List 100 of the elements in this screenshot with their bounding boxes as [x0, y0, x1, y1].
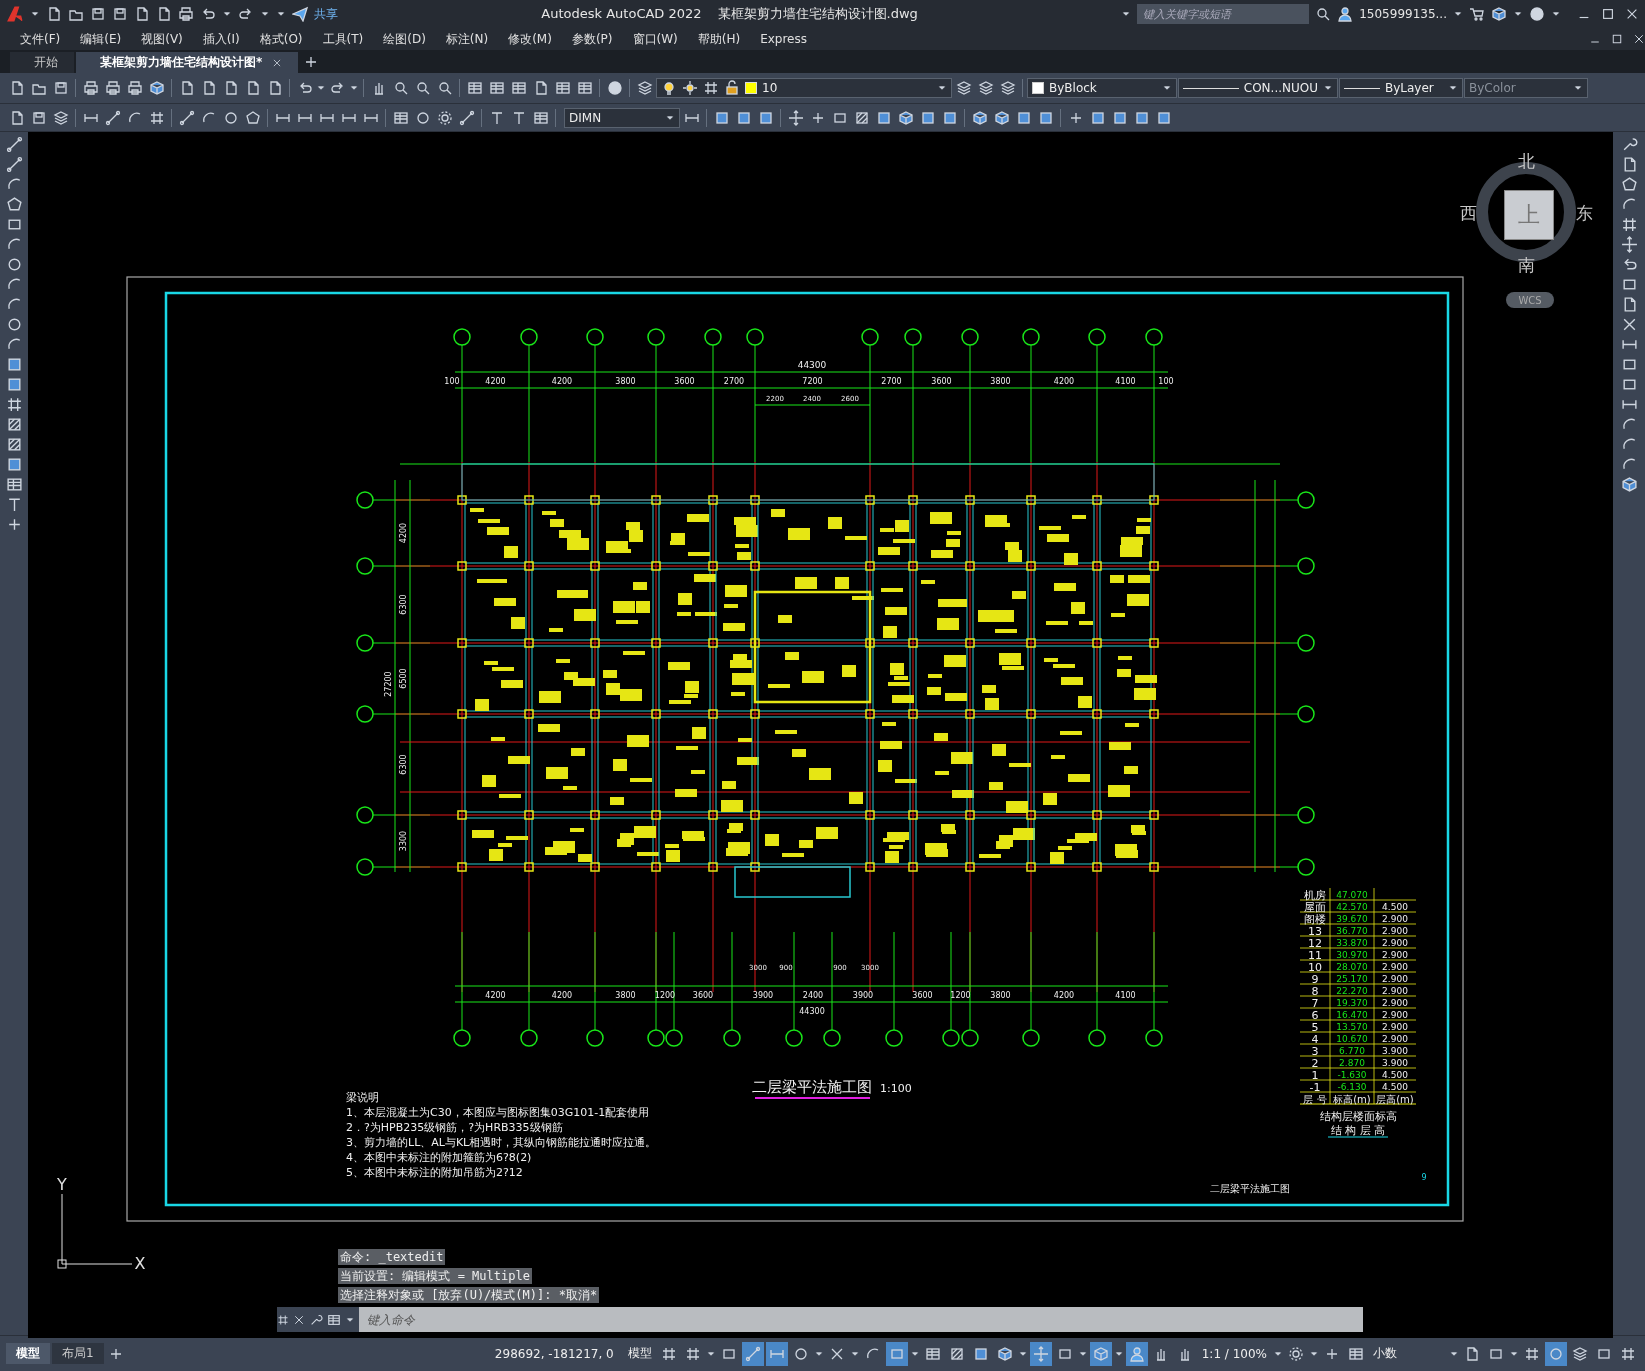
caret-icon[interactable]: [316, 83, 326, 93]
grid-icon[interactable]: [1524, 1345, 1540, 1362]
caret-icon[interactable]: [1162, 83, 1172, 93]
table-icon[interactable]: [510, 80, 527, 96]
menu-item[interactable]: 文件(F): [10, 30, 71, 48]
document-icon[interactable]: [134, 6, 150, 22]
print-icon[interactable]: [82, 80, 99, 96]
caret-icon[interactable]: [1121, 9, 1132, 19]
user-name[interactable]: 1505999135...: [1359, 7, 1447, 21]
line-icon[interactable]: [178, 109, 195, 126]
block-icon[interactable]: [875, 109, 892, 126]
table-icon[interactable]: [488, 80, 505, 96]
table-icon[interactable]: [924, 1345, 941, 1362]
grid-icon[interactable]: [1620, 1345, 1636, 1362]
user-icon[interactable]: [1337, 6, 1354, 22]
cube-icon[interactable]: [1620, 476, 1638, 493]
table-icon[interactable]: [5, 476, 23, 493]
table-icon[interactable]: [576, 80, 593, 96]
hatch-icon[interactable]: [5, 436, 23, 453]
menu-item[interactable]: 插入(I): [192, 30, 250, 48]
caret-icon[interactable]: [1513, 9, 1523, 19]
save-icon[interactable]: [52, 80, 69, 96]
annotation-scale[interactable]: 1:1 / 100%: [1197, 1345, 1271, 1362]
circle-icon[interactable]: [222, 109, 239, 126]
caret-icon[interactable]: [1453, 9, 1463, 19]
line-icon[interactable]: [104, 109, 121, 126]
table-icon[interactable]: [1348, 1345, 1364, 1362]
polygon-icon[interactable]: [1620, 176, 1638, 193]
block-icon[interactable]: [1155, 109, 1172, 126]
menu-item[interactable]: 编辑(E): [70, 30, 132, 48]
logo-icon[interactable]: [6, 5, 24, 23]
circle-icon[interactable]: [5, 256, 23, 273]
circle-icon[interactable]: [414, 109, 431, 126]
search-field[interactable]: 键入关键字或短语: [1137, 4, 1310, 24]
menu-item[interactable]: 参数(P): [561, 30, 623, 48]
layers-icon[interactable]: [52, 109, 69, 126]
layers-icon[interactable]: [1572, 1345, 1588, 1362]
sun-icon[interactable]: [682, 80, 698, 96]
menu-item[interactable]: 窗口(W): [622, 30, 688, 48]
command-input[interactable]: 键入命令: [359, 1307, 1363, 1332]
layers-icon[interactable]: [999, 80, 1016, 96]
grid-icon[interactable]: [148, 109, 165, 126]
lock-icon[interactable]: [724, 80, 740, 96]
cube-icon[interactable]: [1491, 6, 1507, 22]
hatch-icon[interactable]: [948, 1345, 965, 1362]
close-icon[interactable]: [272, 57, 283, 68]
table-icon[interactable]: [532, 109, 549, 126]
line-icon[interactable]: [458, 109, 475, 126]
layers-icon[interactable]: [977, 80, 994, 96]
layers-icon[interactable]: [636, 80, 653, 96]
caret-icon[interactable]: [30, 9, 40, 19]
compass-label[interactable]: 东: [1576, 202, 1593, 225]
grid-icon[interactable]: [5, 396, 23, 413]
search-icon[interactable]: [1315, 6, 1332, 22]
hatch-icon[interactable]: [5, 416, 23, 433]
block-icon[interactable]: [941, 109, 958, 126]
cube-icon[interactable]: [148, 80, 165, 96]
layers-icon[interactable]: [955, 80, 972, 96]
block-icon[interactable]: [1133, 109, 1150, 126]
table-icon[interactable]: [466, 80, 483, 96]
block-icon[interactable]: [1111, 109, 1128, 126]
menu-item[interactable]: 视图(V): [131, 30, 193, 48]
block-icon[interactable]: [735, 109, 752, 126]
menu-item[interactable]: 帮助(H): [687, 30, 751, 48]
cube-icon[interactable]: [996, 1345, 1013, 1362]
send-icon[interactable]: [292, 6, 308, 22]
save-icon[interactable]: [112, 6, 128, 22]
table-icon[interactable]: [392, 109, 409, 126]
circle-icon[interactable]: [5, 316, 23, 333]
block-icon[interactable]: [5, 356, 23, 373]
block-icon[interactable]: [713, 109, 730, 126]
share-link[interactable]: 共享: [314, 5, 338, 23]
line-icon[interactable]: [5, 136, 23, 153]
document-icon[interactable]: [1464, 1345, 1480, 1362]
document-icon[interactable]: [156, 6, 172, 22]
layout-tab[interactable]: 布局1: [52, 1343, 104, 1364]
save-icon[interactable]: [30, 109, 47, 126]
caret-icon[interactable]: [937, 83, 947, 93]
compass-label[interactable]: 西: [1460, 202, 1477, 225]
block-icon[interactable]: [1089, 109, 1106, 126]
block-icon[interactable]: [5, 456, 23, 473]
hatch-icon[interactable]: [853, 109, 870, 126]
cube-icon[interactable]: [897, 109, 914, 126]
cube-icon[interactable]: [993, 109, 1010, 126]
print-icon[interactable]: [104, 80, 121, 96]
compass-label[interactable]: 南: [1518, 254, 1535, 277]
line-icon[interactable]: [5, 156, 23, 173]
menu-item[interactable]: 格式(O): [249, 30, 313, 48]
block-icon[interactable]: [5, 376, 23, 393]
block-icon[interactable]: [1015, 109, 1032, 126]
grid-icon[interactable]: [660, 1345, 677, 1362]
grid-icon[interactable]: [1620, 216, 1638, 233]
document-tab[interactable]: 某框架剪力墙住宅结构设计图*: [76, 52, 299, 73]
grid-icon[interactable]: [703, 80, 719, 96]
menu-item[interactable]: 绘图(D): [373, 30, 436, 48]
grid-icon[interactable]: [684, 1345, 701, 1362]
units-dropdown[interactable]: 小数: [1369, 1344, 1447, 1363]
block-icon[interactable]: [757, 109, 774, 126]
document-tab[interactable]: 开始: [10, 52, 74, 73]
print-icon[interactable]: [178, 6, 194, 22]
